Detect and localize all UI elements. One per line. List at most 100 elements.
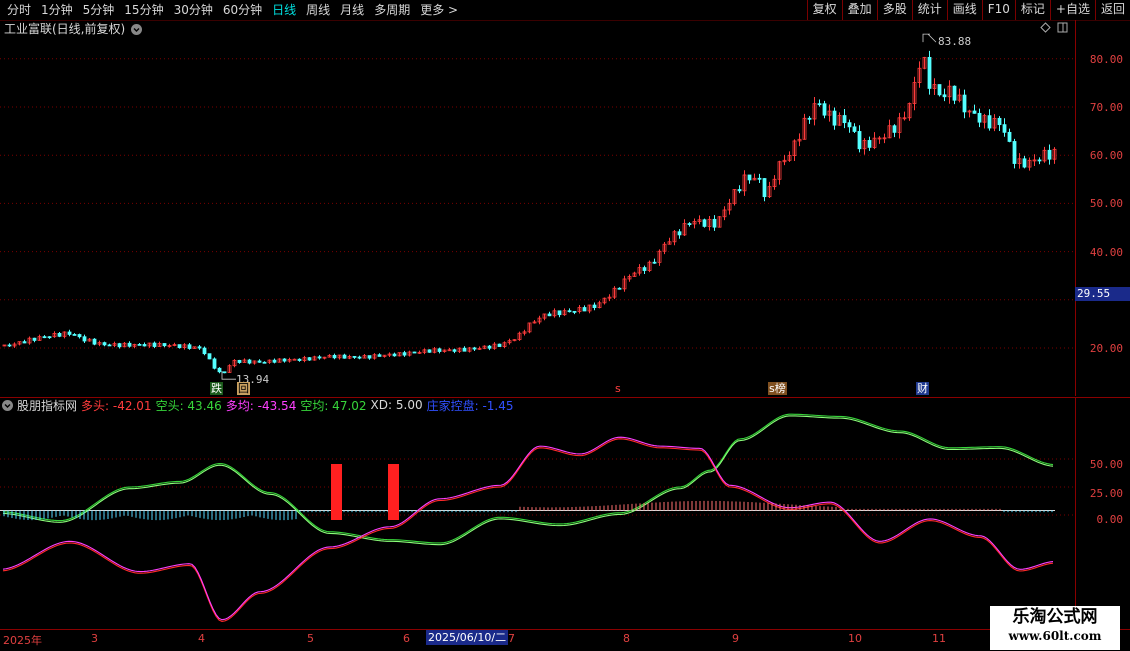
candle-body [332, 354, 337, 359]
candle-body [77, 334, 82, 338]
candle-body [857, 131, 862, 150]
candle-body [237, 359, 242, 363]
cursor-date-label: 2025/06/10/二 [426, 630, 509, 645]
candle-body [67, 331, 72, 335]
candle-body [547, 313, 552, 317]
candle-body [7, 344, 12, 347]
candle-body [937, 84, 942, 96]
candle-body [162, 343, 167, 347]
tab-multi-period[interactable]: 多周期 [369, 0, 415, 20]
duojun-line [2, 436, 1054, 621]
candle-body [107, 344, 112, 347]
candle-body [712, 218, 717, 228]
window-controls [1040, 22, 1068, 33]
candle-body [942, 94, 947, 98]
diamond-icon[interactable] [1040, 22, 1051, 33]
candle-body [262, 361, 267, 364]
candle-body [557, 310, 562, 316]
indicator-chart[interactable] [0, 397, 1075, 630]
candle-body [392, 353, 397, 357]
chevron-right-icon: > [448, 3, 459, 17]
candle-body [702, 219, 707, 227]
add-watchlist-button[interactable]: +自选 [1049, 0, 1095, 20]
candle-body [187, 344, 192, 349]
statistics-button[interactable]: 统计 [911, 0, 947, 20]
candle-body [367, 355, 372, 359]
candle-body [342, 354, 347, 359]
marker-die[interactable]: 跌 [210, 382, 223, 395]
back-button[interactable]: 返回 [1094, 0, 1130, 20]
watermark: 乐淘公式网 www.60lt.com [990, 606, 1120, 650]
overlay-button[interactable]: 叠加 [841, 0, 877, 20]
zhuangjia-value: 庄家控盘: -1.45 [426, 398, 514, 413]
tab-more[interactable]: 更多 > [415, 0, 463, 20]
f10-button[interactable]: F10 [981, 0, 1015, 20]
multi-stock-button[interactable]: 多股 [876, 0, 912, 20]
marker-cai[interactable]: 财 [916, 382, 929, 395]
date-axis: 2025年 3 4 5 6 7 8 9 10 11 [0, 629, 1130, 651]
candle-body [972, 110, 977, 114]
candle-body [592, 304, 597, 309]
candle-body [222, 371, 227, 374]
date-tick: 4 [198, 632, 205, 645]
fuquan-button[interactable]: 复权 [806, 0, 842, 20]
kongjun-line [2, 415, 1054, 546]
chart-title: 工业富联(日线,前复权) [4, 21, 143, 37]
date-tick: 8 [623, 632, 630, 645]
candle-body [217, 367, 222, 373]
candlestick-chart[interactable]: 83.8813.94 [0, 20, 1075, 396]
tab-more-label: 更多 [420, 3, 445, 17]
candle-body [1037, 159, 1042, 162]
layout-icon[interactable] [1057, 22, 1068, 33]
duotou-line [2, 438, 1054, 622]
candle-body [832, 110, 837, 126]
price-tick: 50.00 [1089, 197, 1123, 210]
candle-body [807, 117, 812, 120]
indicator-name: 股朋指标网 [17, 398, 78, 413]
candle-body [1002, 124, 1007, 133]
candle-body [57, 333, 62, 337]
candle-body [997, 117, 1002, 126]
tab-weekly[interactable]: 周线 [301, 0, 335, 20]
xd-signal-bar [388, 464, 399, 520]
candle-body [1047, 149, 1052, 160]
candle-body [212, 358, 217, 369]
candle-body [357, 356, 362, 359]
tab-1min[interactable]: 1分钟 [36, 0, 78, 20]
tab-60min[interactable]: 60分钟 [218, 0, 267, 20]
candle-body [437, 348, 442, 352]
tab-monthly[interactable]: 月线 [335, 0, 369, 20]
candle-body [352, 356, 357, 358]
indicator-axis: 50.00 25.00 0.00 [1075, 397, 1130, 630]
watermark-title: 乐淘公式网 [1012, 607, 1098, 627]
marker-bang[interactable]: s榜 [768, 382, 787, 395]
xd-value: XD: 5.00 [370, 398, 423, 412]
draw-line-button[interactable]: 画线 [946, 0, 982, 20]
duojun-value: 多均: -43.54 [225, 398, 297, 413]
stock-title: 工业富联(日线,前复权) [4, 22, 126, 36]
candle-body [572, 310, 577, 313]
xd-signal-bar [331, 464, 342, 520]
period-tabs: 分时 1分钟 5分钟 15分钟 30分钟 60分钟 日线 周线 月线 多周期 更… [2, 0, 463, 20]
date-tick: 9 [732, 632, 739, 645]
candle-body [32, 337, 37, 341]
tab-daily[interactable]: 日线 [267, 0, 301, 20]
chevron-down-icon[interactable] [131, 23, 143, 35]
tab-30min[interactable]: 30分钟 [169, 0, 218, 20]
candle-body [377, 354, 382, 357]
candle-body [892, 125, 897, 133]
chevron-down-icon[interactable] [2, 399, 13, 411]
marker-s[interactable]: s [614, 382, 622, 395]
tab-fenshi[interactable]: 分时 [2, 0, 36, 20]
candle-body [847, 122, 852, 128]
tab-15min[interactable]: 15分钟 [119, 0, 168, 20]
indicator-tick: 25.00 [1089, 487, 1123, 500]
candle-body [582, 307, 587, 312]
candle-body [127, 342, 132, 347]
date-tick: 11 [932, 632, 946, 645]
candle-body [292, 358, 297, 361]
marker-hui[interactable]: 回 [237, 382, 250, 395]
stock-chart-app: 分时 1分钟 5分钟 15分钟 30分钟 60分钟 日线 周线 月线 多周期 更… [0, 0, 1130, 651]
mark-button[interactable]: 标记 [1014, 0, 1050, 20]
tab-5min[interactable]: 5分钟 [78, 0, 120, 20]
